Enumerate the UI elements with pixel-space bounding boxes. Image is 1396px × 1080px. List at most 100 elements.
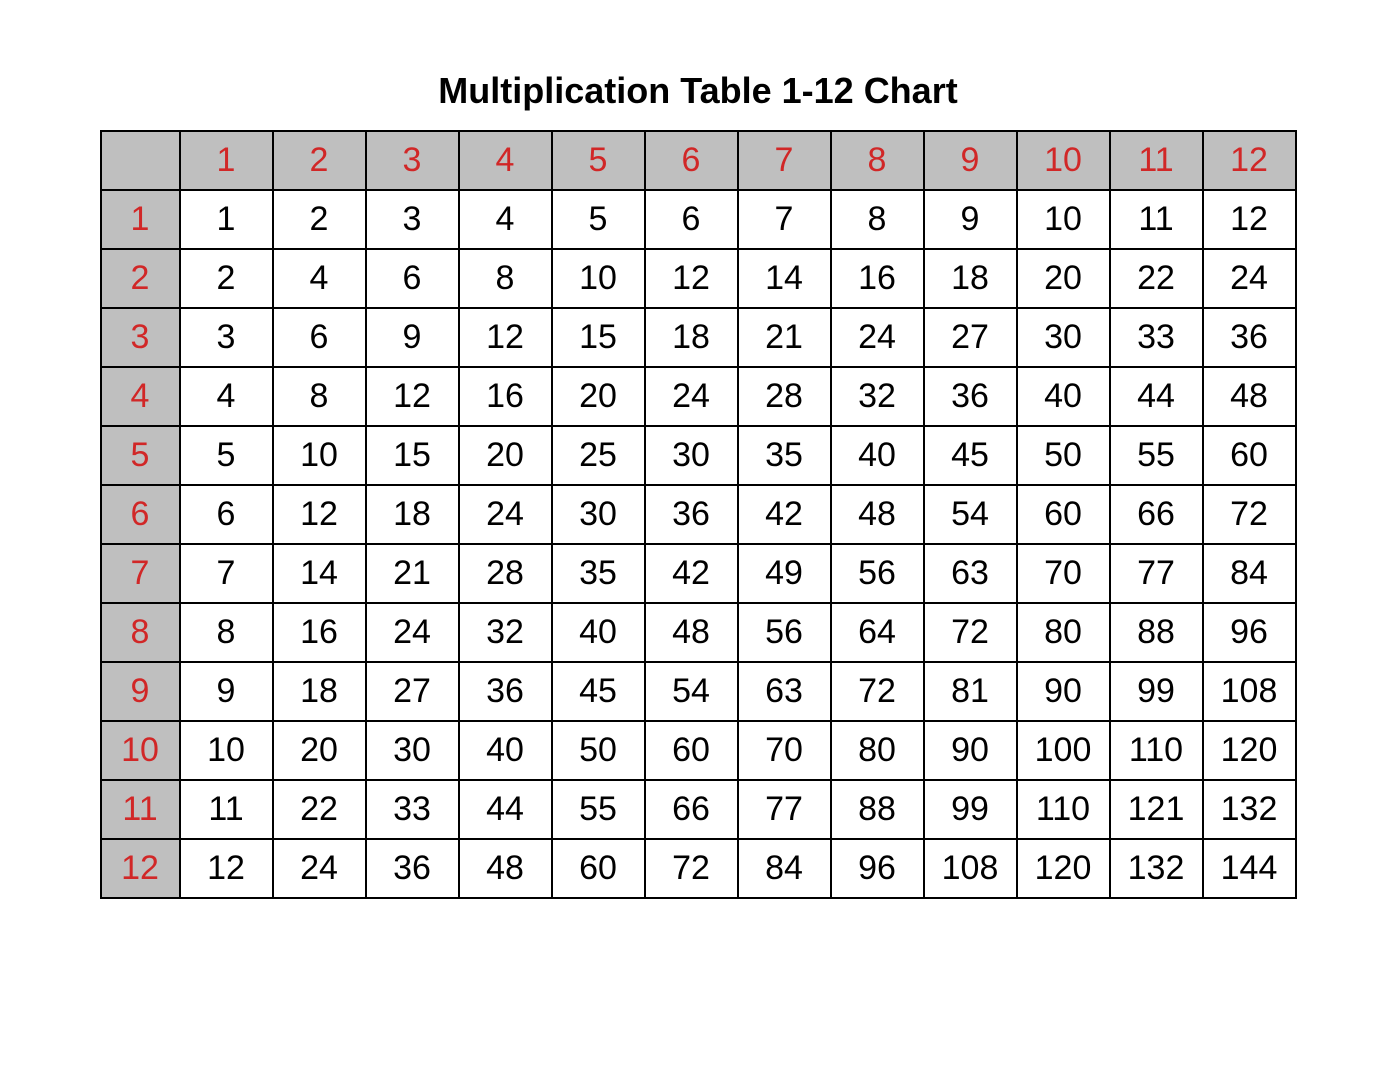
table-cell: 121	[1110, 780, 1203, 839]
table-cell: 80	[831, 721, 924, 780]
table-cell: 24	[831, 308, 924, 367]
table-cell: 110	[1110, 721, 1203, 780]
table-cell: 7	[738, 190, 831, 249]
table-cell: 45	[924, 426, 1017, 485]
table-cell: 55	[1110, 426, 1203, 485]
table-cell: 90	[924, 721, 1017, 780]
row-header: 3	[101, 308, 180, 367]
table-cell: 44	[459, 780, 552, 839]
table-cell: 10	[1017, 190, 1110, 249]
table-cell: 8	[273, 367, 366, 426]
table-cell: 55	[552, 780, 645, 839]
col-header: 7	[738, 131, 831, 190]
table-cell: 9	[180, 662, 273, 721]
table-cell: 48	[645, 603, 738, 662]
table-cell: 28	[738, 367, 831, 426]
table-cell: 110	[1017, 780, 1110, 839]
table-row: 3 3 6 9 12 15 18 21 24 27 30 33 36	[101, 308, 1296, 367]
table-row: 12 12 24 36 48 60 72 84 96 108 120 132 1…	[101, 839, 1296, 898]
table-cell: 63	[738, 662, 831, 721]
table-cell: 42	[738, 485, 831, 544]
row-header: 7	[101, 544, 180, 603]
row-header: 1	[101, 190, 180, 249]
table-cell: 36	[645, 485, 738, 544]
table-row: 5 5 10 15 20 25 30 35 40 45 50 55 60	[101, 426, 1296, 485]
col-header: 8	[831, 131, 924, 190]
table-header-row: 1 2 3 4 5 6 7 8 9 10 11 12	[101, 131, 1296, 190]
table-cell: 8	[180, 603, 273, 662]
table-cell: 144	[1203, 839, 1296, 898]
table-cell: 64	[831, 603, 924, 662]
corner-cell	[101, 131, 180, 190]
table-cell: 28	[459, 544, 552, 603]
table-cell: 84	[738, 839, 831, 898]
col-header: 10	[1017, 131, 1110, 190]
table-cell: 40	[1017, 367, 1110, 426]
row-header: 4	[101, 367, 180, 426]
table-cell: 24	[459, 485, 552, 544]
table-row: 1 1 2 3 4 5 6 7 8 9 10 11 12	[101, 190, 1296, 249]
table-cell: 70	[738, 721, 831, 780]
col-header: 5	[552, 131, 645, 190]
table-cell: 44	[1110, 367, 1203, 426]
table-cell: 6	[180, 485, 273, 544]
table-row: 6 6 12 18 24 30 36 42 48 54 60 66 72	[101, 485, 1296, 544]
table-cell: 30	[366, 721, 459, 780]
table-cell: 10	[180, 721, 273, 780]
col-header: 4	[459, 131, 552, 190]
table-cell: 66	[645, 780, 738, 839]
col-header: 3	[366, 131, 459, 190]
table-cell: 12	[459, 308, 552, 367]
col-header: 12	[1203, 131, 1296, 190]
table-cell: 35	[552, 544, 645, 603]
table-cell: 84	[1203, 544, 1296, 603]
col-header: 2	[273, 131, 366, 190]
table-cell: 8	[831, 190, 924, 249]
table-cell: 60	[645, 721, 738, 780]
table-cell: 30	[552, 485, 645, 544]
table-cell: 40	[831, 426, 924, 485]
table-body: 1 2 3 4 5 6 7 8 9 10 11 12 1 1 2 3 4 5 6…	[101, 131, 1296, 898]
table-row: 8 8 16 24 32 40 48 56 64 72 80 88 96	[101, 603, 1296, 662]
table-cell: 27	[924, 308, 1017, 367]
table-cell: 81	[924, 662, 1017, 721]
table-cell: 24	[645, 367, 738, 426]
row-header: 6	[101, 485, 180, 544]
table-cell: 8	[459, 249, 552, 308]
table-cell: 32	[831, 367, 924, 426]
table-cell: 99	[1110, 662, 1203, 721]
table-cell: 6	[645, 190, 738, 249]
table-cell: 88	[831, 780, 924, 839]
table-cell: 7	[180, 544, 273, 603]
table-cell: 18	[924, 249, 1017, 308]
table-cell: 99	[924, 780, 1017, 839]
table-cell: 96	[1203, 603, 1296, 662]
table-row: 9 9 18 27 36 45 54 63 72 81 90 99 108	[101, 662, 1296, 721]
table-cell: 18	[273, 662, 366, 721]
page-title: Multiplication Table 1-12 Chart	[438, 70, 957, 112]
table-cell: 18	[645, 308, 738, 367]
table-cell: 12	[366, 367, 459, 426]
table-cell: 72	[924, 603, 1017, 662]
table-cell: 30	[645, 426, 738, 485]
table-cell: 24	[273, 839, 366, 898]
table-cell: 9	[366, 308, 459, 367]
table-cell: 14	[273, 544, 366, 603]
table-cell: 30	[1017, 308, 1110, 367]
table-cell: 6	[366, 249, 459, 308]
table-cell: 72	[645, 839, 738, 898]
table-cell: 16	[459, 367, 552, 426]
table-cell: 32	[459, 603, 552, 662]
table-cell: 132	[1110, 839, 1203, 898]
table-cell: 12	[180, 839, 273, 898]
table-cell: 10	[552, 249, 645, 308]
row-header: 12	[101, 839, 180, 898]
table-cell: 3	[366, 190, 459, 249]
table-cell: 40	[459, 721, 552, 780]
table-cell: 77	[738, 780, 831, 839]
table-cell: 11	[1110, 190, 1203, 249]
col-header: 1	[180, 131, 273, 190]
table-row: 2 2 4 6 8 10 12 14 16 18 20 22 24	[101, 249, 1296, 308]
table-cell: 54	[645, 662, 738, 721]
table-cell: 16	[273, 603, 366, 662]
